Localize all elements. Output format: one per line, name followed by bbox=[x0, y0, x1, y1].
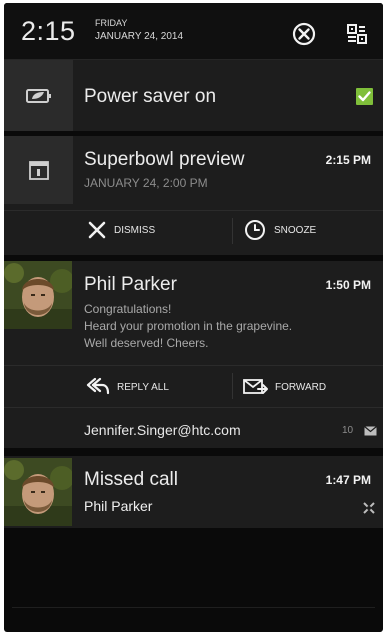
power-saver-notification[interactable]: Power saver on bbox=[4, 60, 383, 131]
calendar-icon bbox=[29, 161, 49, 180]
notification-shade: 2:15 FRIDAY JANUARY 24, 2014 Power saver… bbox=[4, 3, 383, 632]
calendar-icon-box bbox=[4, 136, 73, 204]
email-line: Congratulations! bbox=[84, 302, 172, 316]
email-line: Heard your promotion in the grapevine. bbox=[84, 319, 293, 333]
power-saver-icon-box bbox=[4, 60, 73, 131]
avatar bbox=[4, 261, 72, 329]
date-label: JANUARY 24, 2014 bbox=[95, 31, 184, 42]
calendar-event-title: Superbowl preview bbox=[84, 149, 245, 170]
power-saver-checkbox[interactable] bbox=[356, 88, 373, 105]
email-preview: Congratulations! Heard your promotion in… bbox=[84, 301, 292, 352]
avatar bbox=[4, 458, 72, 526]
clock-time: 2:15 bbox=[21, 16, 76, 46]
email-sender: Phil Parker bbox=[84, 274, 177, 295]
power-saver-title: Power saver on bbox=[84, 86, 217, 107]
status-header: 2:15 FRIDAY JANUARY 24, 2014 bbox=[4, 3, 383, 60]
calendar-notification[interactable]: Superbowl preview 2:15 PM JANUARY 24, 2:… bbox=[4, 136, 383, 255]
snooze-label: SNOOZE bbox=[274, 225, 317, 236]
action-separator bbox=[232, 218, 233, 244]
check-icon bbox=[358, 91, 371, 102]
forward-label: FORWARD bbox=[275, 382, 327, 393]
email-time: 1:50 PM bbox=[325, 278, 371, 292]
missed-call-title: Missed call bbox=[84, 469, 178, 490]
email-line: Well deserved! Cheers. bbox=[84, 336, 209, 350]
divider bbox=[4, 210, 383, 211]
avatar-photo bbox=[4, 261, 72, 329]
mail-icon bbox=[364, 426, 377, 436]
close-icon bbox=[88, 221, 106, 239]
missed-call-icon bbox=[363, 502, 375, 514]
email-account: Jennifer.Singer@htc.com bbox=[84, 422, 241, 438]
reply-all-icon bbox=[86, 377, 110, 395]
missed-call-notification[interactable]: Missed call 1:47 PM Phil Parker bbox=[4, 456, 383, 528]
email-notification[interactable]: Phil Parker 1:50 PM Congratulations! Hea… bbox=[4, 261, 383, 448]
avatar-photo bbox=[4, 458, 72, 526]
clock-icon bbox=[245, 220, 265, 240]
reply-all-label: REPLY ALL bbox=[117, 382, 169, 393]
quick-settings-icon[interactable] bbox=[344, 21, 370, 47]
date-block: FRIDAY JANUARY 24, 2014 bbox=[95, 17, 183, 43]
missed-call-time: 1:47 PM bbox=[325, 473, 371, 487]
dismiss-label: DISMISS bbox=[114, 225, 156, 236]
forward-mail-icon bbox=[243, 379, 268, 394]
divider bbox=[4, 407, 383, 408]
battery-leaf-icon bbox=[26, 89, 51, 103]
action-separator bbox=[232, 373, 233, 399]
shade-bottom-divider bbox=[12, 607, 375, 608]
calendar-event-time: 2:15 PM bbox=[325, 153, 371, 167]
unread-count: 10 bbox=[342, 425, 354, 436]
day-label: FRIDAY bbox=[95, 18, 128, 28]
clear-all-icon[interactable] bbox=[291, 21, 317, 47]
missed-call-caller: Phil Parker bbox=[84, 498, 153, 514]
calendar-event-subtitle: JANUARY 24, 2:00 PM bbox=[84, 176, 208, 190]
divider bbox=[4, 365, 383, 366]
